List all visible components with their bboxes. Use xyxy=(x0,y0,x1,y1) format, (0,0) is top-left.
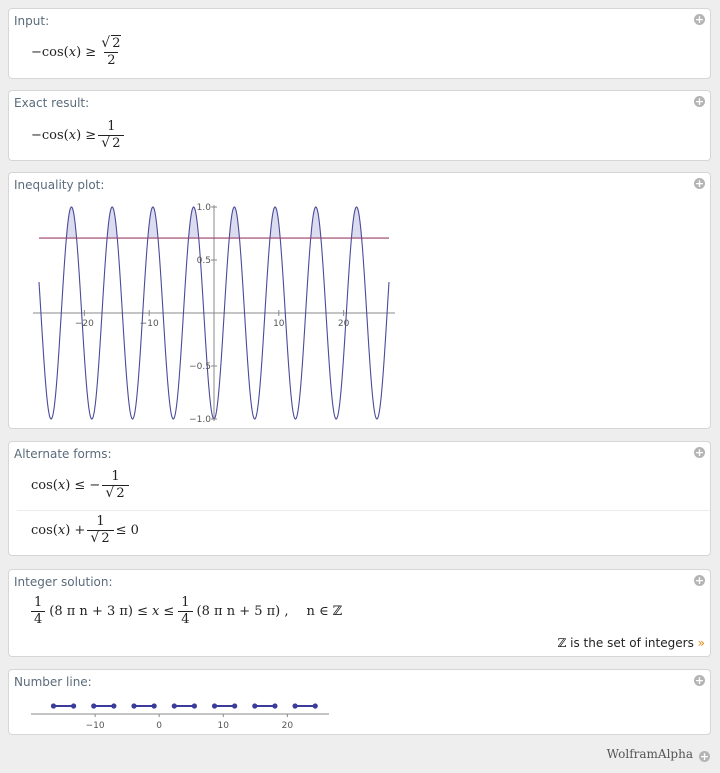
fraction: 1 4 xyxy=(31,595,46,628)
sqrt-arg: 2 xyxy=(111,135,122,151)
y-tick-label: −1.0 xyxy=(189,415,211,425)
expr-part: ) ≤ − xyxy=(65,478,101,493)
fraction: 1 √ 2 xyxy=(98,119,125,152)
interval-endpoint xyxy=(211,703,218,709)
divider xyxy=(17,510,710,511)
interval-endpoint xyxy=(191,703,198,709)
interval-endpoint xyxy=(312,703,318,709)
exact-expression: −cos(x) ≥ 1 √ 2 xyxy=(31,119,126,152)
integer-solution-pod: Integer solution: + 1 4 (8 π n + 3 π) ≤ … xyxy=(8,569,711,657)
expr-part: ) ≥ xyxy=(76,45,97,60)
alternate-forms-pod: Alternate forms: + cos(x) ≤ − 1 √ 2 cos(x… xyxy=(8,441,711,556)
number-line-tick-label: 10 xyxy=(218,721,230,731)
integer-solution-expression: 1 4 (8 π n + 3 π) ≤ x ≤ 1 4 (8 π n + 5 π… xyxy=(29,595,342,628)
wolframalpha-logo[interactable]: WolframAlpha xyxy=(607,747,693,761)
y-tick-label: 1.0 xyxy=(197,203,212,213)
footer-expand-icon[interactable]: + xyxy=(699,751,710,762)
interval-endpoint xyxy=(272,703,278,709)
expr-part: (8 π n + 5 π) , xyxy=(196,604,289,619)
number-line-tick-label: −10 xyxy=(86,721,105,731)
expr-var: x xyxy=(152,604,160,619)
numerator: 1 xyxy=(181,595,190,610)
integers-note-text: is the set of integers xyxy=(566,636,694,650)
expr-part: ) ≥ xyxy=(76,128,97,143)
interval-endpoint xyxy=(131,703,137,709)
numerator: 1 xyxy=(34,595,43,610)
expr-part: −cos( xyxy=(31,45,69,60)
interval-endpoint xyxy=(232,703,238,709)
numerator: 1 xyxy=(111,469,120,484)
interval-endpoint xyxy=(91,703,97,709)
expr-part: ) + xyxy=(65,523,86,538)
input-expression: −cos(x) ≥ √ 2 2 xyxy=(31,35,126,69)
expr-var: x xyxy=(68,128,77,143)
number-line-tick-label: 0 xyxy=(156,721,162,731)
pod-title: Input: xyxy=(14,14,50,28)
denominator: 2 xyxy=(104,52,119,69)
pod-expand-icon[interactable]: + xyxy=(694,447,705,458)
number-line: −10 0 10 20 xyxy=(31,703,329,731)
alternate-form-2: cos(x) + 1 √ 2 ≤ 0 xyxy=(31,514,139,547)
interval-endpoint xyxy=(292,703,298,709)
pod-title: Integer solution: xyxy=(14,575,113,589)
interval-endpoint xyxy=(171,703,177,709)
pod-expand-icon[interactable]: + xyxy=(694,575,705,586)
sqrt: √ 2 xyxy=(105,485,126,501)
pod-expand-icon[interactable]: + xyxy=(694,14,705,25)
pod-expand-icon[interactable]: + xyxy=(694,675,705,686)
sqrt-arg: 2 xyxy=(111,35,122,51)
numerator: 1 xyxy=(96,514,105,529)
denominator: 4 xyxy=(178,611,193,628)
sqrt: √ 2 xyxy=(101,135,122,151)
interval-endpoint xyxy=(71,703,77,709)
pod-title: Exact result: xyxy=(14,96,90,110)
sqrt: √ 2 xyxy=(101,35,122,51)
input-pod: Input: + −cos(x) ≥ √ 2 2 xyxy=(8,8,711,79)
number-line-pod: Number line: + −10 0 10 20 xyxy=(8,669,711,735)
y-tick-label: 0.5 xyxy=(197,256,211,266)
x-tick-label: −20 xyxy=(75,319,94,329)
fraction: √ 2 2 xyxy=(98,35,124,69)
interval-endpoint xyxy=(111,703,117,709)
numerator: 1 xyxy=(107,119,116,134)
interval-endpoint xyxy=(151,703,157,709)
integers-note[interactable]: ℤ is the set of integers » xyxy=(558,636,705,650)
sqrt: √ 2 xyxy=(90,530,111,546)
expr-part: −cos( xyxy=(31,128,69,143)
x-tick-label: 20 xyxy=(338,319,350,329)
expr-part: (8 π n + 3 π) ≤ xyxy=(49,604,149,619)
pod-title: Alternate forms: xyxy=(14,447,112,461)
sqrt-arg: 2 xyxy=(100,530,111,546)
expr-part: cos( xyxy=(31,523,58,538)
number-line-tick-label: 20 xyxy=(282,721,294,731)
expr-var: x xyxy=(57,478,66,493)
exact-result-pod: Exact result: + −cos(x) ≥ 1 √ 2 xyxy=(8,90,711,161)
expr-part: ≤ 0 xyxy=(115,523,139,538)
fraction: 1 √ 2 xyxy=(87,514,114,547)
inequality-plot: −20 −10 10 20 1.0 0.5 −0.5 −1.0 xyxy=(33,203,395,425)
alternate-form-1: cos(x) ≤ − 1 √ 2 xyxy=(31,469,131,502)
denominator: 4 xyxy=(31,611,46,628)
interval-endpoint xyxy=(252,703,258,709)
y-tick-label: −0.5 xyxy=(189,362,211,372)
pod-expand-icon[interactable]: + xyxy=(694,96,705,107)
fraction: 1 4 xyxy=(178,595,193,628)
integer-condition: n ∈ ℤ xyxy=(306,604,343,619)
inequality-plot-pod: Inequality plot: + −20 −10 10 20 1.0 0.5 −0.5−… xyxy=(8,172,711,429)
leq-symbol: ≤ xyxy=(163,604,175,619)
expr-var: x xyxy=(68,45,77,60)
pod-title: Number line: xyxy=(14,675,92,689)
pod-title: Inequality plot: xyxy=(14,178,105,192)
pod-expand-icon[interactable]: + xyxy=(694,178,705,189)
sqrt-arg: 2 xyxy=(115,485,126,501)
fraction: 1 √ 2 xyxy=(102,469,129,502)
interval-endpoint xyxy=(50,703,57,709)
more-link-icon[interactable]: » xyxy=(698,636,705,650)
expr-var: x xyxy=(57,523,66,538)
expr-part: cos( xyxy=(31,478,58,493)
x-tick-label: −10 xyxy=(140,319,159,329)
x-tick-label: 10 xyxy=(273,319,285,329)
